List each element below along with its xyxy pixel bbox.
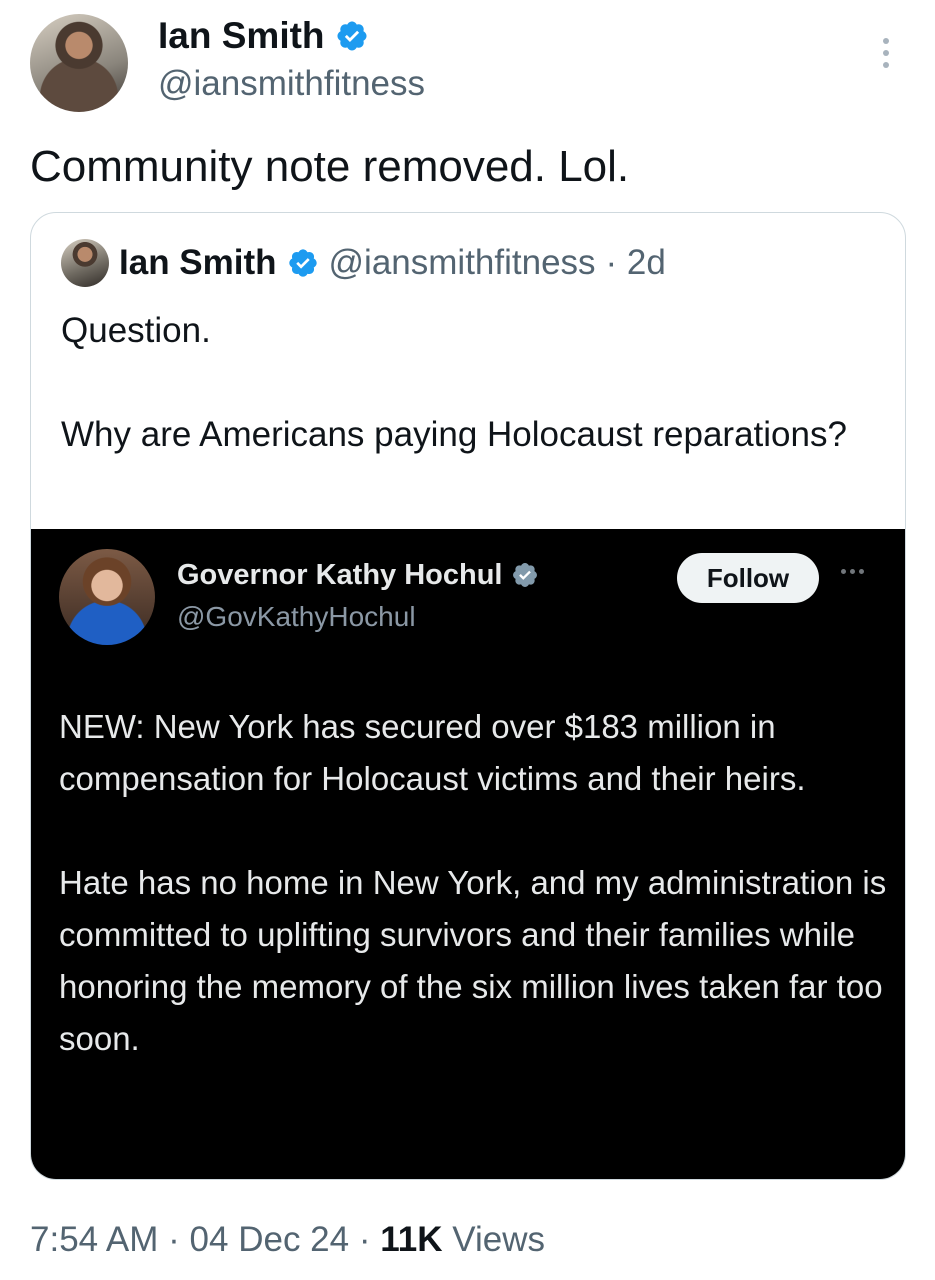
quoted-tweet-age: · 2d xyxy=(605,243,666,282)
author-handle[interactable]: @iansmithfitness xyxy=(158,62,425,106)
more-options-icon[interactable] xyxy=(872,36,900,70)
tweet-meta: 7:54 AM · 04 Dec 24 · 11K Views xyxy=(30,1216,545,1264)
embedded-paragraph: NEW: New York has secured over $183 mill… xyxy=(59,708,806,797)
embedded-more-icon xyxy=(841,569,864,574)
embedded-author-avatar xyxy=(59,549,155,645)
verified-badge-icon xyxy=(288,249,317,277)
quoted-author-handle[interactable]: @iansmithfitness xyxy=(329,241,596,285)
embedded-author-handle: @GovKathyHochul xyxy=(177,601,416,632)
embedded-author-name-row: Governor Kathy Hochul xyxy=(177,557,539,593)
embedded-paragraph: Hate has no home in New York, and my adm… xyxy=(59,864,887,1057)
verified-badge-icon xyxy=(337,21,367,51)
embedded-author-name: Governor Kathy Hochul xyxy=(177,559,503,591)
embedded-tweet-image[interactable]: Governor Kathy Hochul @GovKathyHochul Fo… xyxy=(31,529,905,1179)
follow-button: Follow xyxy=(677,553,819,603)
embedded-tweet-text: NEW: New York has secured over $183 mill… xyxy=(59,701,889,1117)
quoted-author-name[interactable]: Ian Smith xyxy=(119,241,277,285)
tweet-time[interactable]: 7:54 AM xyxy=(30,1220,158,1259)
tweet-date[interactable]: 04 Dec 24 xyxy=(190,1220,350,1259)
quoted-author-avatar[interactable] xyxy=(61,239,109,287)
quoted-tweet-header: Ian Smith @iansmithfitness · 2d xyxy=(61,239,666,287)
author-name-row[interactable]: Ian Smith xyxy=(158,14,369,58)
views-count: 11K xyxy=(380,1220,443,1259)
author-avatar[interactable] xyxy=(30,14,128,112)
meta-separator: · xyxy=(168,1220,180,1259)
views-label: Views xyxy=(452,1220,545,1259)
quoted-tweet-text: Question. Why are Americans paying Holoc… xyxy=(61,305,881,461)
author-name[interactable]: Ian Smith xyxy=(158,14,325,58)
quoted-tweet-card[interactable]: Ian Smith @iansmithfitness · 2d Question… xyxy=(30,212,906,1180)
tweet-text: Community note removed. Lol. xyxy=(30,142,630,191)
government-badge-icon xyxy=(512,563,537,587)
meta-separator: · xyxy=(358,1220,371,1259)
quoted-paragraph: Question. xyxy=(61,311,211,350)
quoted-paragraph: Why are Americans paying Holocaust repar… xyxy=(61,415,847,454)
